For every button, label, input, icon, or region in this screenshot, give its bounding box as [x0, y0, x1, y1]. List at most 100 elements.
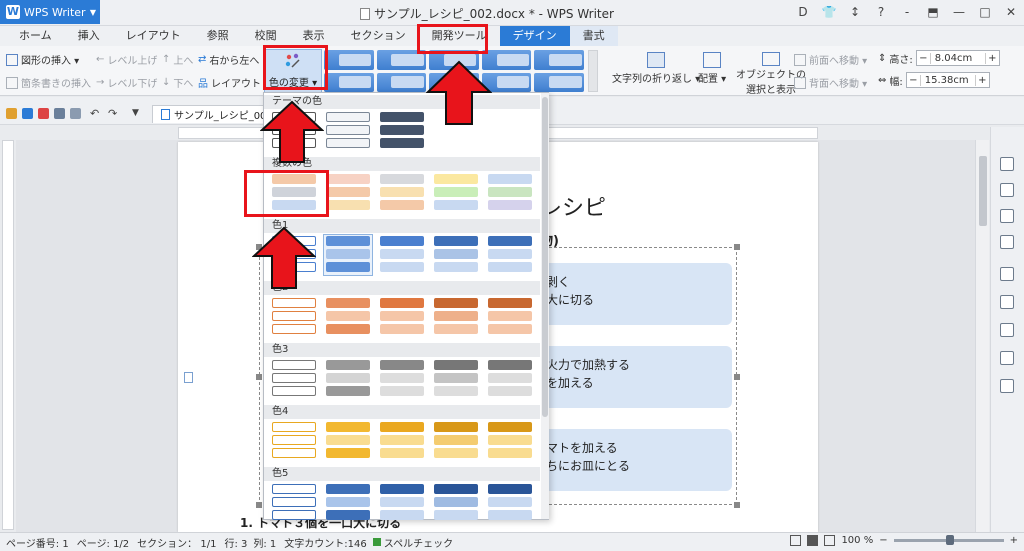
tab-view[interactable]: 表示 [290, 26, 338, 46]
color-option[interactable] [378, 235, 426, 275]
shirt-icon[interactable]: 👕 [816, 5, 842, 19]
color-option[interactable] [432, 483, 480, 523]
tab-layout[interactable]: レイアウト [113, 26, 194, 46]
color-option[interactable] [324, 111, 372, 151]
redo-icon[interactable]: ↷ [108, 108, 119, 119]
color-option[interactable] [378, 483, 426, 523]
color-option[interactable] [378, 421, 426, 461]
color-option[interactable] [270, 483, 318, 523]
resize-handle[interactable] [256, 502, 262, 508]
maximize-button[interactable]: □ [972, 5, 998, 19]
vertical-scrollbar[interactable] [975, 140, 989, 532]
move-down-button[interactable]: ↓ 下へ [162, 75, 193, 90]
resize-handle[interactable] [256, 374, 262, 380]
zoom-slider-thumb[interactable] [945, 535, 954, 545]
skin-icon[interactable]: D [790, 5, 816, 19]
tab-home[interactable]: ホーム [6, 26, 65, 46]
tab-references[interactable]: 参照 [194, 26, 242, 46]
color-option[interactable] [270, 297, 318, 337]
zoom-slider[interactable] [893, 535, 1004, 545]
help-icon[interactable]: ? [868, 5, 894, 19]
document-panel-icon[interactable] [1000, 157, 1014, 171]
color-option[interactable] [486, 235, 534, 275]
scroll-thumb[interactable] [542, 97, 548, 417]
print-icon[interactable] [54, 108, 65, 119]
tab-insert[interactable]: 挿入 [65, 26, 113, 46]
save-icon[interactable] [22, 108, 33, 119]
color-option[interactable] [378, 359, 426, 399]
bring-forward-button[interactable]: 前面へ移動 ▾ [794, 52, 867, 67]
zoom-out-button[interactable]: − [879, 535, 887, 546]
minimize-button[interactable]: — [946, 5, 972, 19]
close-button[interactable]: ✕ [998, 5, 1024, 19]
color-option[interactable] [324, 421, 372, 461]
gallery-scroll[interactable] [588, 50, 598, 92]
height-increase[interactable]: + [984, 52, 999, 64]
paragraph-marker-icon[interactable] [184, 372, 193, 383]
style-panel-icon[interactable] [1000, 183, 1014, 197]
layout-button[interactable]: 品 レイアウト [198, 75, 261, 90]
color-option[interactable] [486, 359, 534, 399]
list-panel-icon[interactable] [1000, 379, 1014, 393]
image-panel-icon[interactable] [1000, 351, 1014, 365]
tab-format[interactable]: 書式 [569, 26, 618, 46]
color-option[interactable] [432, 421, 480, 461]
color-option[interactable] [324, 297, 372, 337]
color-option[interactable] [486, 173, 534, 213]
color-option[interactable] [270, 421, 318, 461]
spellcheck-button[interactable]: スペルチェック [372, 535, 453, 550]
dropdown-scrollbar[interactable] [541, 93, 549, 519]
color-option[interactable] [378, 297, 426, 337]
color-option[interactable] [324, 173, 372, 213]
resize-handle[interactable] [734, 502, 740, 508]
style-option[interactable] [534, 50, 584, 70]
color-option[interactable] [432, 235, 480, 275]
height-field[interactable]: − 8.04cm + [915, 50, 1000, 66]
tab-section[interactable]: セクション [338, 26, 419, 46]
zoom-in-button[interactable]: + [1010, 535, 1018, 546]
tab-design[interactable]: デザイン [499, 26, 570, 46]
color-option[interactable] [378, 111, 426, 151]
pdf-icon[interactable] [38, 108, 49, 119]
width-decrease[interactable]: − [907, 74, 921, 86]
insert-shape-button[interactable]: 図形の挿入 ▾ [6, 52, 79, 67]
color-option[interactable] [270, 359, 318, 399]
color-option[interactable] [378, 173, 426, 213]
resize-handle[interactable] [734, 244, 740, 250]
smartart-step-3[interactable]: マトを加える ちにお皿にとる [538, 429, 732, 491]
view-mode-icon[interactable] [790, 535, 802, 546]
style-option[interactable] [324, 50, 374, 70]
color-option[interactable] [486, 483, 534, 523]
expand-icon[interactable]: ↕ [842, 5, 868, 19]
open-icon[interactable] [6, 108, 17, 119]
style-option[interactable] [376, 72, 427, 92]
more-icon[interactable]: - [894, 5, 920, 19]
preview-icon[interactable] [70, 108, 81, 119]
shape-panel-icon[interactable] [1000, 235, 1014, 249]
file-panel-icon[interactable] [1000, 323, 1014, 337]
chevron-down-icon[interactable]: ▼ [132, 108, 143, 119]
color-option[interactable] [486, 297, 534, 337]
style-option[interactable] [534, 72, 584, 92]
color-option[interactable] [432, 359, 480, 399]
app-menu-button[interactable]: W WPS Writer ▼ [0, 0, 100, 24]
arrange-button[interactable]: 配置 ▾ [698, 52, 726, 85]
style-option[interactable] [324, 72, 374, 92]
move-up-button[interactable]: ↑ 上へ [162, 52, 193, 67]
scroll-thumb[interactable] [979, 156, 987, 226]
view-mode-icon[interactable] [824, 535, 836, 546]
height-decrease[interactable]: − [917, 52, 931, 64]
bullet-insert-button[interactable]: 箇条書きの挿入 [6, 75, 91, 90]
right-to-left-button[interactable]: ⇄ 右から左へ [198, 52, 259, 67]
smartart-step-1[interactable]: 剥く 大に切る [538, 263, 732, 325]
select-panel-icon[interactable] [1000, 209, 1014, 223]
width-field[interactable]: − 15.38cm + [905, 72, 990, 88]
table-panel-icon[interactable] [1000, 295, 1014, 309]
restore-panel-icon[interactable]: ⬒ [920, 5, 946, 19]
level-up-button[interactable]: ← レベル上げ [96, 52, 157, 67]
zoom-value[interactable]: 100 % [841, 535, 873, 546]
undo-icon[interactable]: ↶ [90, 108, 101, 119]
resize-handle[interactable] [734, 374, 740, 380]
text-wrap-button[interactable]: 文字列の折り返し ▾ [612, 52, 700, 85]
width-increase[interactable]: + [974, 74, 989, 86]
